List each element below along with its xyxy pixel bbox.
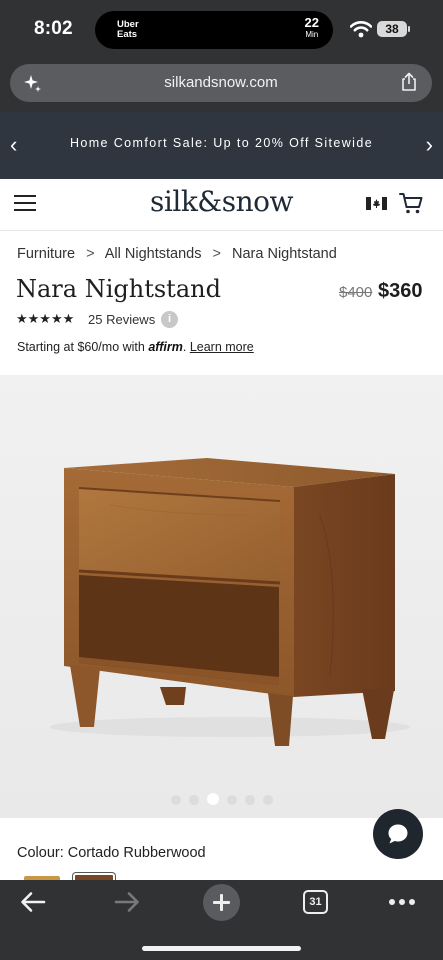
chat-button[interactable] [373,809,423,859]
new-tab-button[interactable] [203,884,240,921]
financing-message: Starting at $60/mo with affirm. Learn mo… [17,340,254,354]
sale-price: $360 [378,280,423,302]
browser-chrome: 8:02 Uber Eats 22 Min 38 silkandsnow.com [0,0,443,112]
info-icon[interactable]: i [161,311,178,328]
battery-indicator: 38 [377,21,407,37]
cart-icon[interactable] [399,192,423,215]
url-text[interactable]: silkandsnow.com [10,74,432,91]
original-price: $400 [339,284,373,301]
gallery-dot[interactable] [262,795,273,805]
forward-arrow-icon [114,892,139,912]
breadcrumb-separator: > [86,246,95,262]
breadcrumb-all-nightstands[interactable]: All Nightstands [105,246,202,262]
product-image [50,458,410,746]
gallery-dot-active[interactable] [206,793,219,805]
gallery-dot[interactable] [170,795,181,805]
breadcrumb-current: Nara Nightstand [232,246,337,262]
live-activity-app: Uber Eats [117,19,139,40]
affirm-logo: affirm [148,340,183,354]
promo-next-button[interactable]: › [419,134,433,156]
product-title: Nara Nightstand [16,275,221,303]
promo-prev-button[interactable]: ‹ [10,134,24,156]
address-bar[interactable]: silkandsnow.com [10,64,432,102]
share-icon[interactable] [400,72,418,92]
breadcrumb-separator: > [212,246,221,262]
back-arrow-icon[interactable] [20,891,46,913]
more-icon[interactable] [389,899,415,905]
chat-icon [388,824,408,844]
breadcrumb: Furniture > All Nightstands > Nara Night… [17,246,337,262]
promo-text[interactable]: Home Comfort Sale: Up to 20% Off Sitewid… [30,136,413,150]
home-indicator [142,946,301,951]
status-time: 8:02 [34,18,73,39]
gallery-pagination [0,792,443,810]
live-activity[interactable]: Uber Eats 22 Min [95,11,333,49]
tab-count-button[interactable]: 31 [303,890,328,914]
wifi-icon [350,21,372,38]
financing-text: Starting at $60/mo with [17,340,149,354]
financing-period: . [182,340,187,354]
site-header: silk&snow [0,179,443,231]
breadcrumb-furniture[interactable]: Furniture [17,246,75,262]
rating-stars[interactable]: ★★★★★ [16,311,74,327]
browser-toolbar: 31 [0,880,443,960]
learn-more-link[interactable]: Learn more [190,340,254,354]
canada-flag-icon[interactable] [366,197,387,210]
battery-tip [408,26,410,32]
promo-banner: ‹ Home Comfort Sale: Up to 20% Off Sitew… [0,112,443,179]
product-gallery[interactable] [0,375,443,818]
gallery-dot[interactable] [226,795,237,805]
gallery-dot[interactable] [244,795,255,805]
reviews-link[interactable]: 25 Reviews [88,312,155,327]
colour-label: Colour: Cortado Rubberwood [17,845,206,861]
live-activity-eta: 22 Min [304,15,319,39]
gallery-dot[interactable] [188,795,199,805]
